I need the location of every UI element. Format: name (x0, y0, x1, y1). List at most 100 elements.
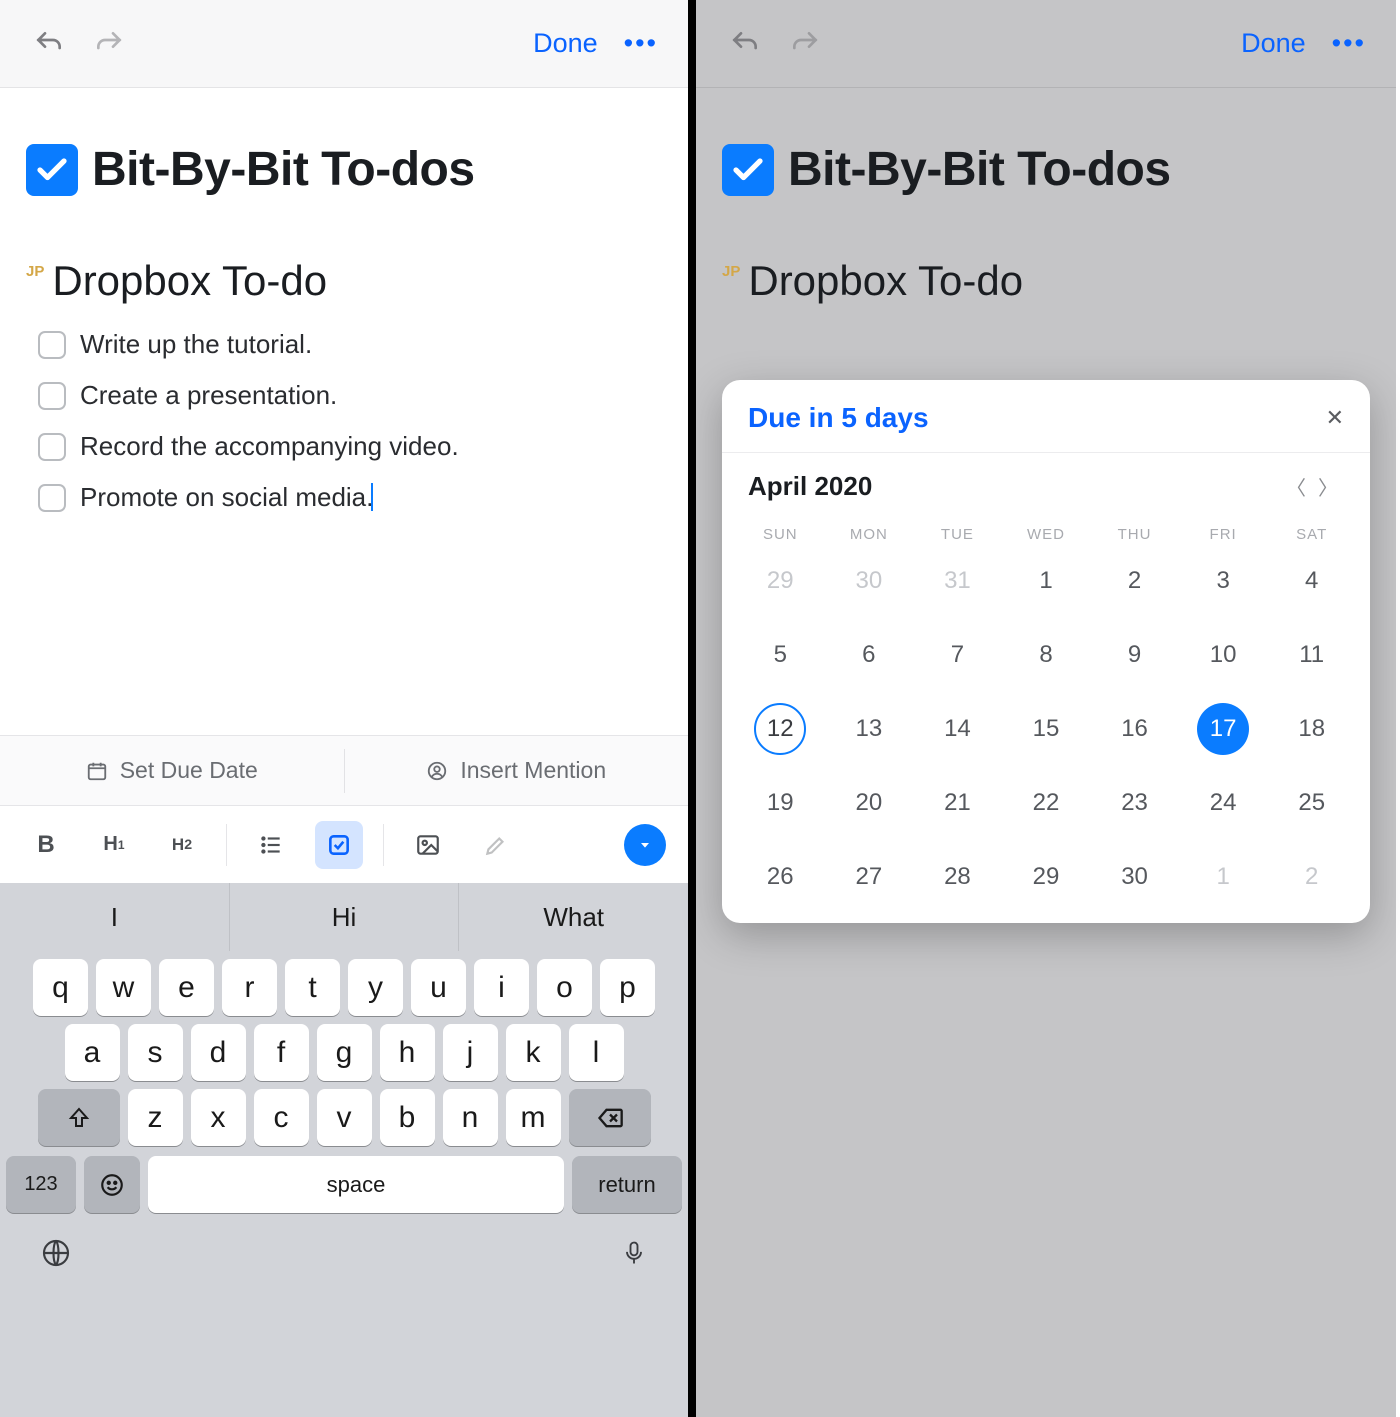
more-button[interactable]: ••• (624, 28, 658, 59)
todo-item[interactable]: Create a presentation. (38, 380, 662, 411)
key-h[interactable]: h (380, 1024, 435, 1081)
calendar-day[interactable]: 9 (1090, 633, 1179, 677)
calendar-day[interactable]: 3 (1179, 559, 1268, 603)
calendar-day[interactable]: 12 (736, 707, 825, 751)
shift-key[interactable] (38, 1089, 120, 1146)
next-month-button[interactable]: 〉 (1312, 472, 1344, 501)
key-u[interactable]: u (411, 959, 466, 1016)
calendar-day[interactable]: 24 (1179, 781, 1268, 825)
key-e[interactable]: e (159, 959, 214, 1016)
key-s[interactable]: s (128, 1024, 183, 1081)
calendar-day[interactable]: 14 (913, 707, 1002, 751)
calendar-day[interactable]: 29 (736, 559, 825, 603)
backspace-key[interactable] (569, 1089, 651, 1146)
calendar-day[interactable]: 18 (1267, 707, 1356, 751)
prediction[interactable]: Hi (230, 883, 460, 951)
done-button[interactable]: Done (533, 28, 598, 59)
key-z[interactable]: z (128, 1089, 183, 1146)
todo-item[interactable]: Write up the tutorial. (38, 329, 662, 360)
calendar-day[interactable]: 16 (1090, 707, 1179, 751)
redo-button[interactable] (90, 25, 128, 63)
redo-button[interactable] (786, 25, 824, 63)
bold-button[interactable]: B (22, 821, 70, 869)
calendar-day[interactable]: 22 (1002, 781, 1091, 825)
key-k[interactable]: k (506, 1024, 561, 1081)
highlight-button[interactable] (472, 821, 520, 869)
key-n[interactable]: n (443, 1089, 498, 1146)
checkbox-icon[interactable] (38, 433, 66, 461)
calendar-day[interactable]: 6 (825, 633, 914, 677)
done-button[interactable]: Done (1241, 28, 1306, 59)
set-due-date-button[interactable]: Set Due Date (0, 736, 344, 805)
section-title[interactable]: Dropbox To-do (52, 257, 327, 305)
prev-month-button[interactable]: 〈 (1280, 472, 1312, 501)
prediction[interactable]: What (459, 883, 688, 951)
list-button[interactable] (247, 821, 295, 869)
key-a[interactable]: a (65, 1024, 120, 1081)
calendar-day[interactable]: 4 (1267, 559, 1356, 603)
calendar-day[interactable]: 1 (1002, 559, 1091, 603)
image-button[interactable] (404, 821, 452, 869)
emoji-key[interactable] (84, 1156, 140, 1213)
key-p[interactable]: p (600, 959, 655, 1016)
key-y[interactable]: y (348, 959, 403, 1016)
calendar-day[interactable]: 31 (913, 559, 1002, 603)
undo-button[interactable] (30, 25, 68, 63)
key-j[interactable]: j (443, 1024, 498, 1081)
calendar-day[interactable]: 1 (1179, 855, 1268, 899)
calendar-day[interactable]: 20 (825, 781, 914, 825)
calendar-day[interactable]: 15 (1002, 707, 1091, 751)
key-d[interactable]: d (191, 1024, 246, 1081)
key-i[interactable]: i (474, 959, 529, 1016)
calendar-day[interactable]: 10 (1179, 633, 1268, 677)
calendar-day[interactable]: 19 (736, 781, 825, 825)
calendar-day[interactable]: 21 (913, 781, 1002, 825)
key-o[interactable]: o (537, 959, 592, 1016)
insert-mention-button[interactable]: Insert Mention (345, 736, 689, 805)
calendar-day[interactable]: 17 (1179, 707, 1268, 751)
heading2-button[interactable]: H2 (158, 821, 206, 869)
calendar-day[interactable]: 28 (913, 855, 1002, 899)
key-f[interactable]: f (254, 1024, 309, 1081)
heading1-button[interactable]: H1 (90, 821, 138, 869)
key-x[interactable]: x (191, 1089, 246, 1146)
document-body[interactable]: Bit-By-Bit To-dos JP Dropbox To-do Write… (0, 88, 688, 513)
key-l[interactable]: l (569, 1024, 624, 1081)
calendar-day[interactable]: 25 (1267, 781, 1356, 825)
calendar-day[interactable]: 30 (1090, 855, 1179, 899)
undo-button[interactable] (726, 25, 764, 63)
todo-item[interactable]: Record the accompanying video. (38, 431, 662, 462)
key-t[interactable]: t (285, 959, 340, 1016)
key-q[interactable]: q (33, 959, 88, 1016)
key-c[interactable]: c (254, 1089, 309, 1146)
calendar-day[interactable]: 29 (1002, 855, 1091, 899)
calendar-day[interactable]: 7 (913, 633, 1002, 677)
close-button[interactable]: ✕ (1326, 405, 1344, 431)
doc-title[interactable]: Bit-By-Bit To-dos (92, 142, 475, 197)
calendar-day[interactable]: 5 (736, 633, 825, 677)
checkbox-icon[interactable] (38, 331, 66, 359)
calendar-day[interactable]: 23 (1090, 781, 1179, 825)
calendar-day[interactable]: 11 (1267, 633, 1356, 677)
calendar-day[interactable]: 2 (1267, 855, 1356, 899)
calendar-day[interactable]: 2 (1090, 559, 1179, 603)
key-v[interactable]: v (317, 1089, 372, 1146)
checkbox-icon[interactable] (38, 484, 66, 512)
space-key[interactable]: space (148, 1156, 564, 1213)
calendar-day[interactable]: 13 (825, 707, 914, 751)
expand-toolbar-button[interactable] (624, 824, 666, 866)
mic-key[interactable] (620, 1236, 648, 1275)
globe-key[interactable] (40, 1237, 72, 1274)
return-key[interactable]: return (572, 1156, 682, 1213)
calendar-day[interactable]: 30 (825, 559, 914, 603)
key-m[interactable]: m (506, 1089, 561, 1146)
key-r[interactable]: r (222, 959, 277, 1016)
checklist-button[interactable] (315, 821, 363, 869)
calendar-day[interactable]: 27 (825, 855, 914, 899)
todo-item[interactable]: Promote on social media. (38, 482, 662, 513)
calendar-day[interactable]: 26 (736, 855, 825, 899)
key-g[interactable]: g (317, 1024, 372, 1081)
key-w[interactable]: w (96, 959, 151, 1016)
more-button[interactable]: ••• (1332, 28, 1366, 59)
prediction[interactable]: I (0, 883, 230, 951)
